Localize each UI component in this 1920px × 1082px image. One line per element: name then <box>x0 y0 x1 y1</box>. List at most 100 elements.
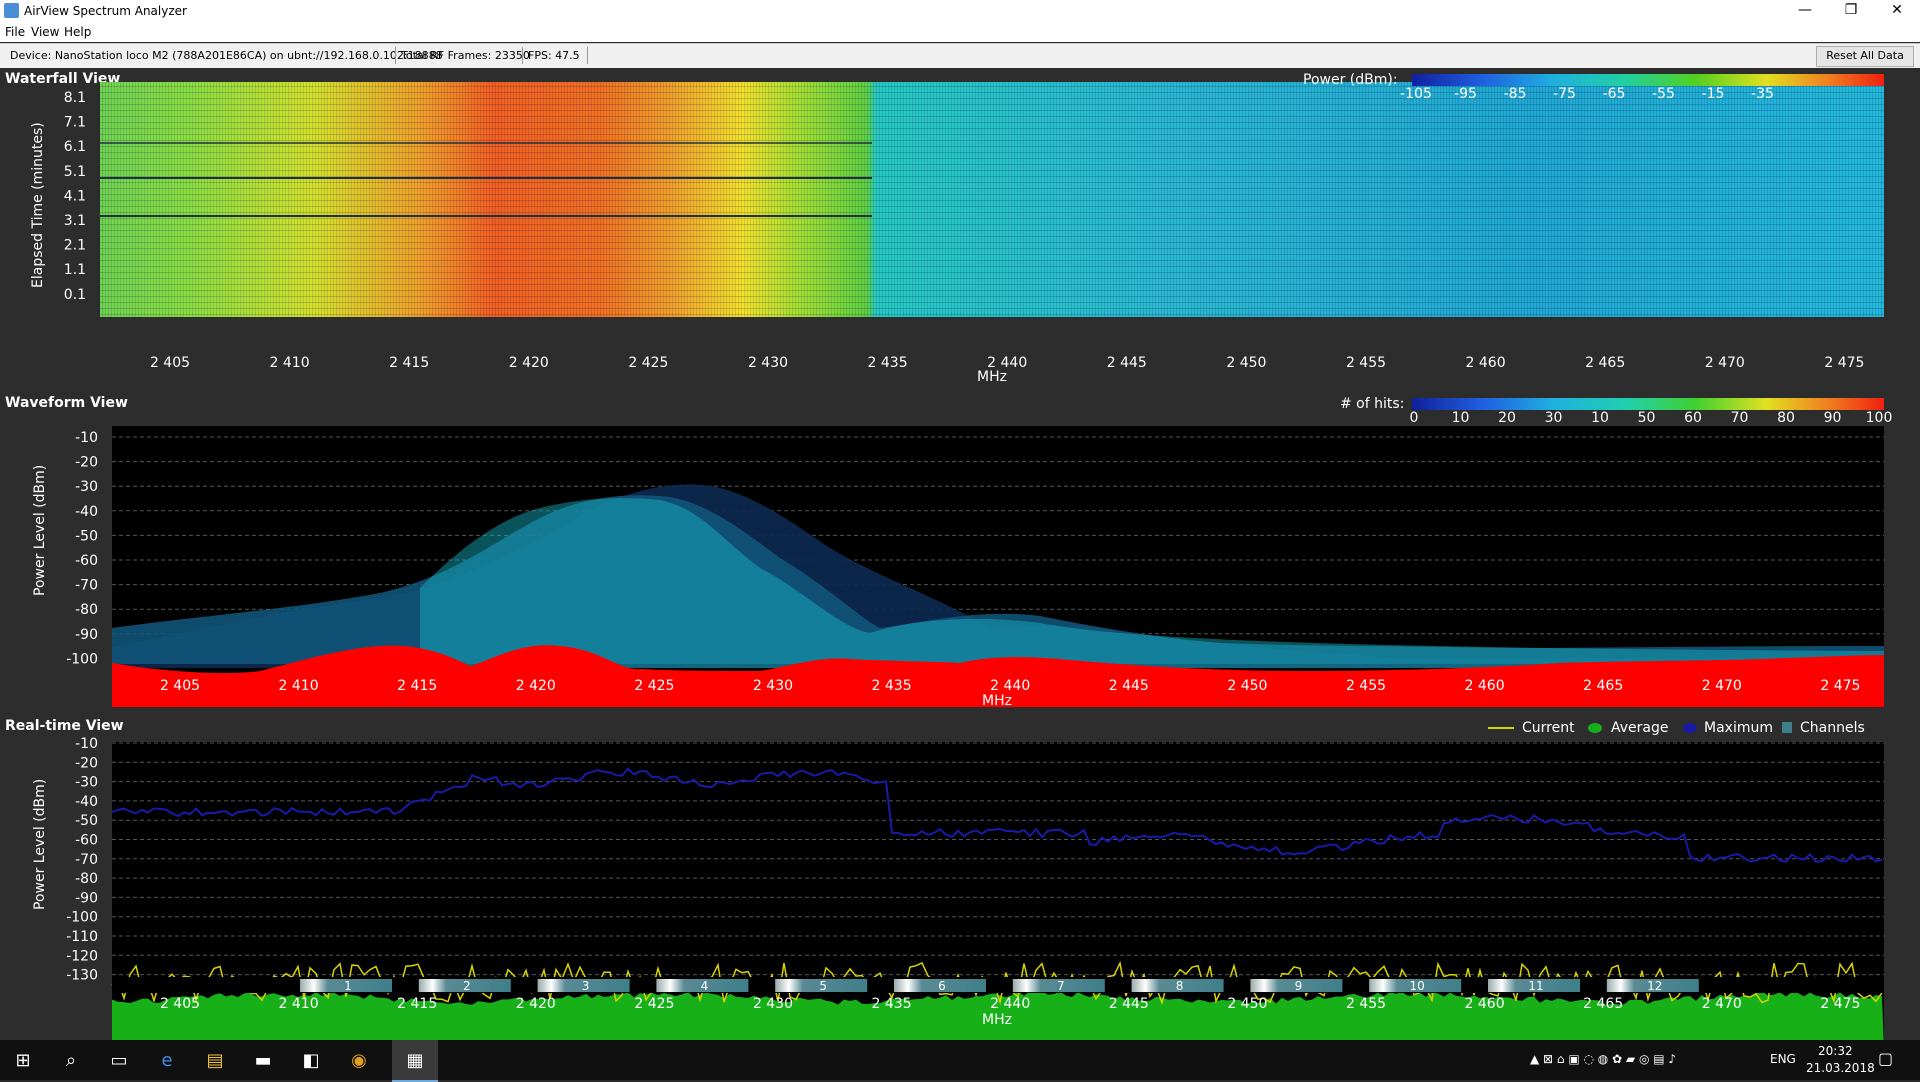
close-button[interactable]: ✕ <box>1874 0 1920 22</box>
x-tick-label: 2 410 <box>270 355 310 371</box>
y-tick-label: -20 <box>75 455 98 471</box>
search-icon[interactable]: ⌕ <box>48 1040 94 1080</box>
waterfall-x-ticks: 2 405 2 410 2 415 2 420 2 425 2 430 2 435 2 440… <box>150 355 1864 371</box>
chrome-icon[interactable]: ◉ <box>336 1040 382 1080</box>
notifications-icon[interactable]: ▢ <box>1878 1049 1893 1068</box>
clock-date[interactable]: 21.03.2018 <box>1806 1061 1875 1075</box>
tray-icons[interactable]: ▲ ⊠ ⌂ ▣ ◌ ◍ ✿ ▰ ◎ ▤ ♪ <box>1530 1052 1676 1066</box>
x-tick-label: 2 440 <box>990 996 1030 1012</box>
x-tick-label: 2 475 <box>1820 996 1860 1012</box>
hits-legend-tick: 30 <box>1545 410 1563 426</box>
reset-all-data-button[interactable]: Reset All Data <box>1816 46 1914 67</box>
power-legend-tick: -15 <box>1702 86 1725 102</box>
x-tick-label: 2 470 <box>1702 996 1742 1012</box>
language-indicator[interactable]: ENG <box>1770 1052 1796 1066</box>
y-tick-label: 4.1 <box>64 188 86 204</box>
channel-label: 7 <box>1057 979 1065 993</box>
x-tick-label: 2 415 <box>397 678 437 694</box>
y-tick-label: -100 <box>66 910 98 926</box>
edge-icon[interactable]: e <box>144 1040 190 1080</box>
channel-label: 11 <box>1528 979 1543 993</box>
y-tick-label: -60 <box>75 833 98 849</box>
x-tick-label: 2 470 <box>1705 355 1745 371</box>
x-tick-label: 2 425 <box>628 355 668 371</box>
y-tick-label: -20 <box>75 755 98 771</box>
task-view-icon[interactable]: ▭ <box>96 1040 142 1080</box>
menu-view[interactable]: View <box>31 25 59 39</box>
status-divider <box>395 47 396 64</box>
x-tick-label: 2 430 <box>748 355 788 371</box>
y-tick-label: -50 <box>75 528 98 544</box>
x-tick-label: 2 430 <box>753 678 793 694</box>
realtime-title: Real-time View <box>5 718 124 734</box>
y-tick-label: -90 <box>75 627 98 643</box>
spectrum-panels: Waterfall View 8.1 7.1 6.1 5.1 4.1 3.1 2.1 1.1 0… <box>0 68 1920 1048</box>
waveform-title: Waveform View <box>5 395 128 411</box>
x-tick-label: 2 455 <box>1346 678 1386 694</box>
power-legend-tick: -55 <box>1652 86 1675 102</box>
waveform-x-axis-title: MHz <box>982 693 1012 709</box>
y-tick-label: -30 <box>75 775 98 791</box>
channel-label: 10 <box>1410 979 1425 993</box>
x-tick-label: 2 455 <box>1346 355 1386 371</box>
windows-start-icon[interactable]: ⊞ <box>0 1040 46 1080</box>
channel-label: 1 <box>344 979 352 993</box>
x-tick-label: 2 405 <box>150 355 190 371</box>
menu-file[interactable]: File <box>5 25 25 39</box>
realtime-x-ticks: 2 405 2 410 2 415 2 420 2 425 2 430 2 435 2 440… <box>160 996 1860 1012</box>
y-tick-label: -80 <box>75 871 98 887</box>
y-tick-label: -10 <box>75 736 98 752</box>
hits-legend-ticks: 0 10 20 30 10 50 60 70 80 90 100 <box>1410 410 1893 426</box>
x-tick-label: 2 465 <box>1583 996 1623 1012</box>
legend-maximum[interactable]: Maximum <box>1704 720 1773 736</box>
y-tick-label: -130 <box>66 968 98 984</box>
power-legend-title: Power (dBm): <box>1303 72 1398 88</box>
hits-legend-title: # of hits: <box>1340 396 1404 412</box>
x-tick-label: 2 405 <box>160 996 200 1012</box>
minimize-button[interactable]: — <box>1782 0 1828 22</box>
windows-taskbar: ⊞ ⌕ ▭ e ▤ ▬ ◧ ◉ ▦ ▲ ⊠ ⌂ ▣ ◌ ◍ ✿ ▰ ◎ ▤ ♪ … <box>0 1040 1920 1082</box>
y-tick-label: -110 <box>66 929 98 945</box>
power-legend-tick: -65 <box>1603 86 1626 102</box>
legend-channels[interactable]: Channels <box>1800 720 1865 736</box>
power-legend-tick: -75 <box>1553 86 1576 102</box>
file-explorer-icon[interactable]: ▤ <box>192 1040 238 1080</box>
store-icon[interactable]: ◧ <box>288 1040 334 1080</box>
channel-label: 8 <box>1176 979 1184 993</box>
power-legend-tick: -35 <box>1751 86 1774 102</box>
hits-legend-tick: 90 <box>1824 410 1842 426</box>
legend-average[interactable]: Average <box>1611 720 1669 736</box>
y-tick-label: -90 <box>75 890 98 906</box>
y-tick-label: -30 <box>75 479 98 495</box>
menu-help[interactable]: Help <box>64 25 91 39</box>
status-divider <box>522 47 523 64</box>
channel-label: 9 <box>1295 979 1303 993</box>
hits-legend-gradient <box>1412 398 1884 410</box>
terminal-icon[interactable]: ▬ <box>240 1040 286 1080</box>
legend-current[interactable]: Current <box>1522 720 1575 736</box>
y-tick-label: 3.1 <box>64 213 86 229</box>
y-tick-label: -70 <box>75 852 98 868</box>
y-tick-label: -100 <box>66 651 98 667</box>
spectrum-views-canvas: Waterfall View 8.17.16.15.14.13.12.11.10… <box>5 71 1893 1048</box>
device-info: Device: NanoStation loco M2 (788A201E86C… <box>10 49 443 62</box>
realtime-x-axis-title: MHz <box>982 1012 1012 1028</box>
device-status-bar: Device: NanoStation loco M2 (788A201E86C… <box>0 43 1920 69</box>
restore-button[interactable]: ❐ <box>1828 0 1874 22</box>
rf-frames-count: Total RF Frames: 23350 <box>401 49 530 62</box>
clock-time[interactable]: 20:32 <box>1818 1044 1853 1058</box>
y-tick-label: 2.1 <box>64 238 86 254</box>
airview-icon[interactable]: ▦ <box>392 1040 438 1082</box>
x-tick-label: 2 420 <box>509 355 549 371</box>
x-tick-label: 2 445 <box>1107 355 1147 371</box>
hits-legend-tick: 60 <box>1684 410 1702 426</box>
x-tick-label: 2 445 <box>1109 996 1149 1012</box>
fps-readout: FPS: 47.5 <box>528 49 580 62</box>
airview-app-icon <box>4 3 19 18</box>
window-title: AirView Spectrum Analyzer <box>24 4 187 18</box>
y-tick-label: 7.1 <box>64 115 86 131</box>
hits-legend-tick: 10 <box>1591 410 1609 426</box>
channel-label: 6 <box>938 979 946 993</box>
waveform-x-ticks: 2 405 2 410 2 415 2 420 2 425 2 430 2 435 2 440… <box>160 678 1860 694</box>
x-tick-label: 2 435 <box>872 678 912 694</box>
